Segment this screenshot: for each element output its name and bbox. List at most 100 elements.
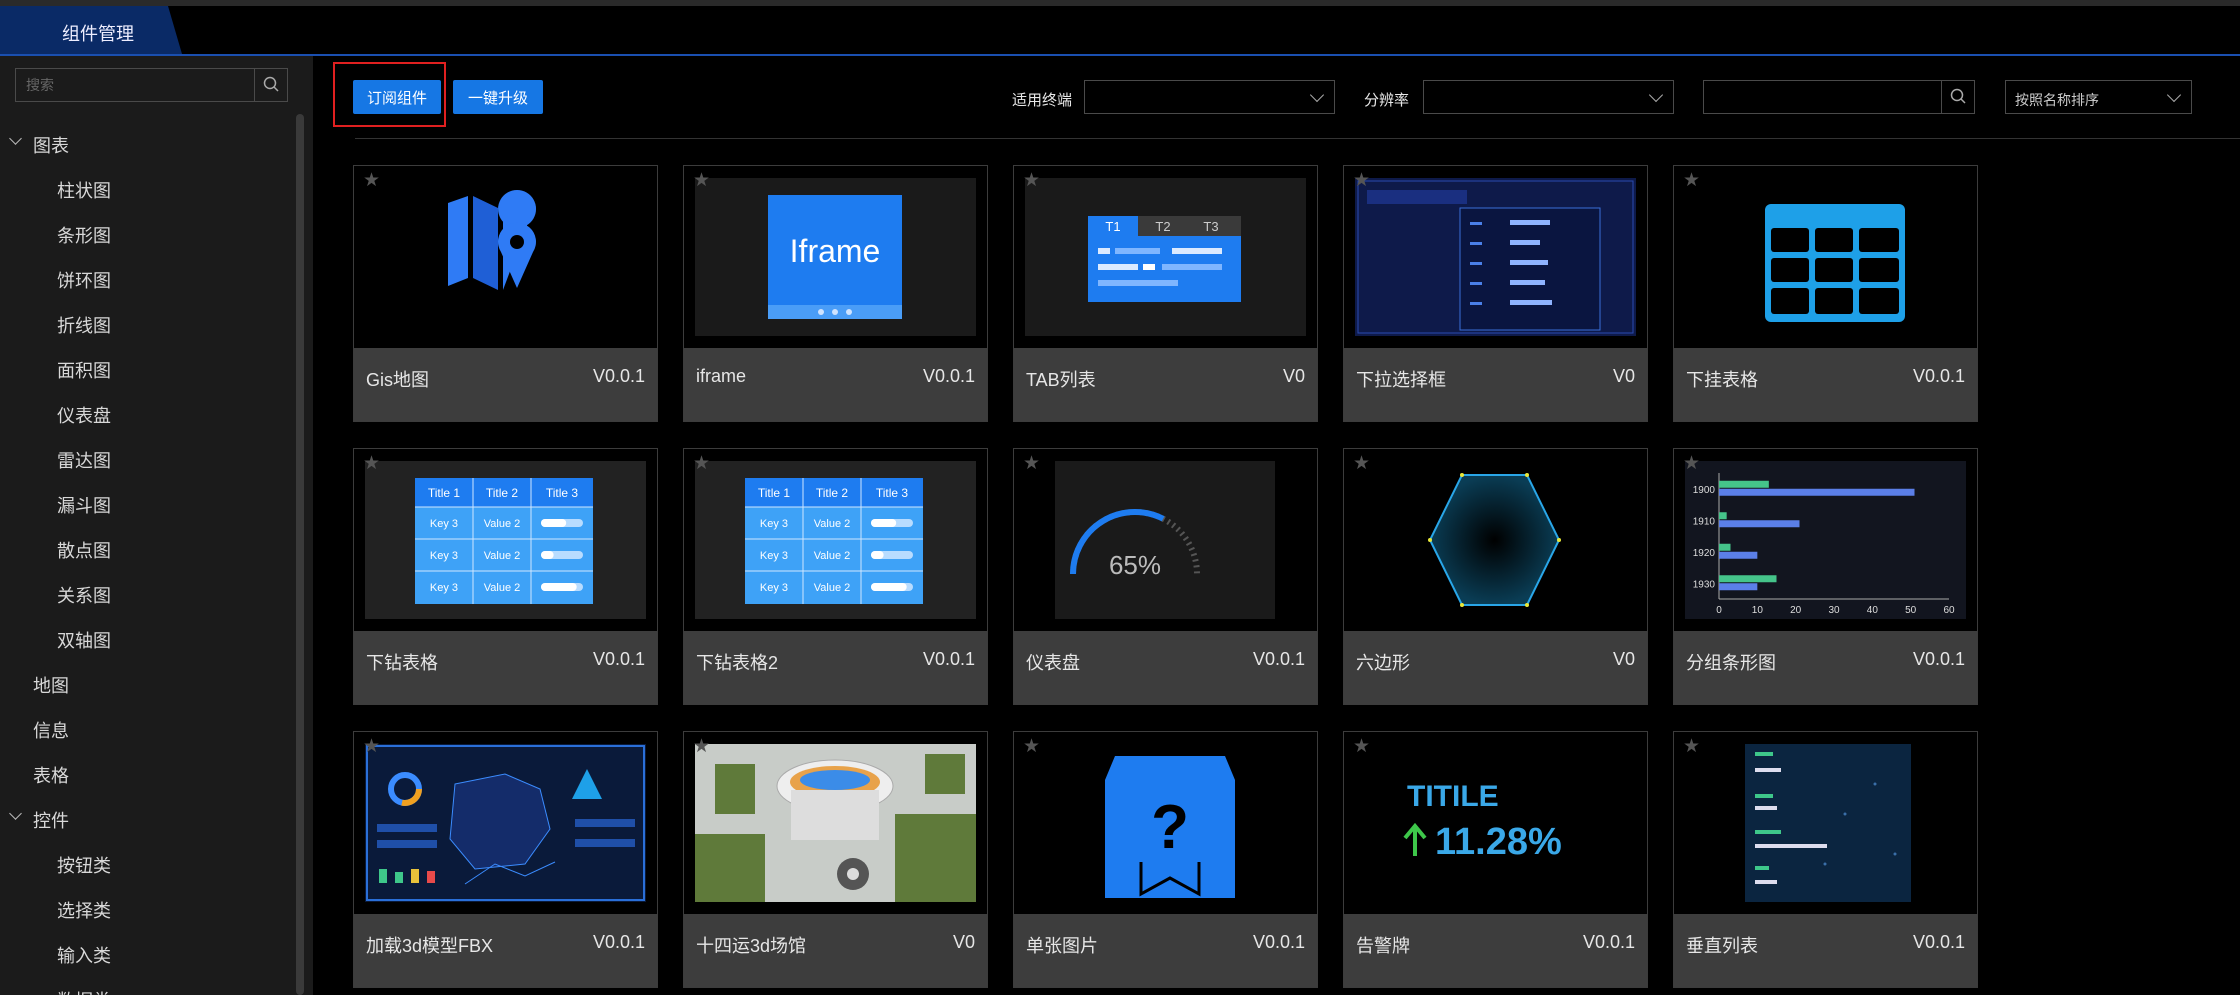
- sidebar-item[interactable]: 柱状图: [57, 177, 111, 203]
- sidebar-item[interactable]: 输入类: [57, 942, 111, 968]
- component-card-footer: 加载3d模型FBX V0.0.1: [354, 914, 657, 987]
- component-search-button[interactable]: [1941, 81, 1974, 113]
- chevron-down-icon: [1309, 87, 1325, 103]
- resolution-label: 分辨率: [1364, 92, 1410, 109]
- sidebar-item[interactable]: 条形图: [57, 222, 111, 248]
- component-thumbnail: 65%: [1025, 461, 1306, 619]
- star-icon[interactable]: ★: [693, 454, 710, 474]
- component-card[interactable]: Title 1 Title 2 Title 3 Key 3 Value 2 Key 3 Va…: [683, 448, 988, 705]
- grouped-bar-chart: 1900 1910 1920 1930 0 10 20 30 40 50 60: [1685, 461, 1966, 619]
- svg-text:?: ?: [1151, 793, 1189, 862]
- component-card[interactable]: ★ 六边形 V0: [1343, 448, 1648, 705]
- sidebar-item[interactable]: 仪表盘: [57, 402, 111, 428]
- component-name: iframe: [696, 366, 747, 386]
- sidebar-item[interactable]: 双轴图: [57, 627, 111, 653]
- sidebar-item[interactable]: 图表: [33, 132, 69, 158]
- component-card[interactable]: Title 1 Title 2 Title 3 Key 3 Value 2 Key 3 Va…: [353, 448, 658, 705]
- sidebar-item[interactable]: 控件: [33, 807, 69, 833]
- star-icon[interactable]: ★: [1023, 171, 1040, 191]
- star-icon[interactable]: ★: [1683, 171, 1700, 191]
- star-icon[interactable]: ★: [1353, 171, 1370, 191]
- sidebar-item[interactable]: 选择类: [57, 897, 111, 923]
- chevron-down-icon[interactable]: [9, 807, 22, 820]
- sidebar-item[interactable]: 折线图: [57, 312, 111, 338]
- component-version: V0.0.1: [1912, 366, 1965, 386]
- star-icon[interactable]: ★: [1683, 737, 1700, 757]
- component-card[interactable]: ★ 下挂表格 V0.0.1: [1673, 165, 1978, 422]
- tab-component-management[interactable]: 组件管理: [0, 6, 182, 54]
- chevron-down-icon[interactable]: [9, 132, 22, 145]
- sidebar-item[interactable]: 饼环图: [57, 267, 111, 293]
- sidebar-item[interactable]: 漏斗图: [57, 492, 111, 518]
- component-card[interactable]: ★ 下拉选择框 V0: [1343, 165, 1648, 422]
- star-icon[interactable]: ★: [1353, 737, 1370, 757]
- sidebar-item[interactable]: 散点图: [57, 537, 111, 563]
- sidebar-item[interactable]: 面积图: [57, 357, 111, 383]
- star-icon[interactable]: ★: [1353, 454, 1370, 474]
- sidebar-search-button[interactable]: [254, 69, 287, 101]
- star-icon[interactable]: ★: [693, 171, 710, 191]
- alarm-icon: TITILE 11.28%: [1355, 744, 1636, 902]
- component-name: 分组条形图: [1686, 653, 1776, 673]
- one-click-upgrade-button[interactable]: 一键升级: [453, 80, 543, 114]
- sidebar-item[interactable]: 雷达图: [57, 447, 111, 473]
- component-card[interactable]: 65% ★ 仪表盘 V0.0.1: [1013, 448, 1318, 705]
- sidebar-search-input[interactable]: [16, 69, 256, 101]
- resolution-select[interactable]: [1423, 80, 1674, 114]
- chart-tick-label: 10: [1752, 605, 1764, 616]
- sidebar-search: [15, 68, 288, 102]
- sidebar-item[interactable]: 数据类: [57, 987, 111, 995]
- component-thumbnail: [365, 178, 646, 336]
- app-root: { "header": {"tab_label": "组件管理"}, "side…: [0, 0, 2240, 995]
- component-version: V0: [1612, 649, 1635, 669]
- alarm-thumb-value: 11.28%: [1435, 821, 1562, 863]
- component-card[interactable]: 1900 1910 1920 1930 0 10 20 30 40 50 60 ★ 分组条形图 V0…: [1673, 448, 1978, 705]
- image-placeholder-icon: ?: [1025, 744, 1306, 902]
- chart-category-label: 1920: [1693, 548, 1716, 559]
- drill-table-icon: Title 1 Title 2 Title 3 Key 3 Value 2 Key 3 Va…: [695, 461, 976, 619]
- terminal-select[interactable]: [1084, 80, 1335, 114]
- component-card[interactable]: ? ★ 单张图片 V0.0.1: [1013, 731, 1318, 988]
- component-card[interactable]: Iframe ★ iframe V0.0.1: [683, 165, 988, 422]
- component-card-footer: 下钻表格 V0.0.1: [354, 631, 657, 704]
- chart-bar: [1719, 575, 1777, 583]
- component-card[interactable]: ★ 垂直列表 V0.0.1: [1673, 731, 1978, 988]
- star-icon[interactable]: ★: [363, 737, 380, 757]
- star-icon[interactable]: ★: [363, 454, 380, 474]
- toolbar-divider: [355, 138, 2240, 139]
- chart-tick-label: 30: [1828, 605, 1840, 616]
- star-icon[interactable]: ★: [1023, 454, 1040, 474]
- star-icon[interactable]: ★: [1023, 737, 1040, 757]
- search-icon: [1950, 88, 1966, 104]
- drill-table-cell: Key 3: [760, 582, 788, 594]
- sidebar-item[interactable]: 按钮类: [57, 852, 111, 878]
- sidebar-scrollbar[interactable]: [296, 114, 304, 995]
- component-name: 十四运3d场馆: [696, 936, 807, 956]
- gauge-value: 65%: [1109, 550, 1161, 580]
- subscribe-button[interactable]: 订阅组件: [353, 80, 441, 114]
- sidebar-item[interactable]: 信息: [33, 717, 69, 743]
- component-card[interactable]: T1 T2 T3 ★ TAB列表 V0: [1013, 165, 1318, 422]
- sidebar-item[interactable]: 表格: [33, 762, 69, 788]
- component-card-footer: 垂直列表 V0.0.1: [1674, 914, 1977, 987]
- component-name: 下挂表格: [1686, 370, 1758, 390]
- component-card-footer: 下挂表格 V0.0.1: [1674, 348, 1977, 421]
- component-thumbnail: [365, 744, 646, 902]
- star-icon[interactable]: ★: [693, 737, 710, 757]
- component-card[interactable]: ★ 加载3d模型FBX V0.0.1: [353, 731, 658, 988]
- sidebar-item[interactable]: 地图: [33, 672, 69, 698]
- component-card[interactable]: ★ Gis地图 V0.0.1: [353, 165, 658, 422]
- sort-select[interactable]: 按照名称排序: [2005, 80, 2192, 114]
- component-card[interactable]: TITILE 11.28% ★ 告警牌 V0.0.1: [1343, 731, 1648, 988]
- star-icon[interactable]: ★: [363, 171, 380, 191]
- component-card[interactable]: ★ 十四运3d场馆 V0: [683, 731, 988, 988]
- component-thumbnail: [1685, 744, 1966, 902]
- sidebar-item[interactable]: 关系图: [57, 582, 111, 608]
- star-icon[interactable]: ★: [1683, 454, 1700, 474]
- chart-tick-label: 20: [1790, 605, 1802, 616]
- chart-bar: [1719, 543, 1731, 551]
- component-card-footer: 六边形 V0: [1344, 631, 1647, 704]
- component-thumbnail: TITILE 11.28%: [1355, 744, 1636, 902]
- component-card-footer: 单张图片 V0.0.1: [1014, 914, 1317, 987]
- component-card-footer: 告警牌 V0.0.1: [1344, 914, 1647, 987]
